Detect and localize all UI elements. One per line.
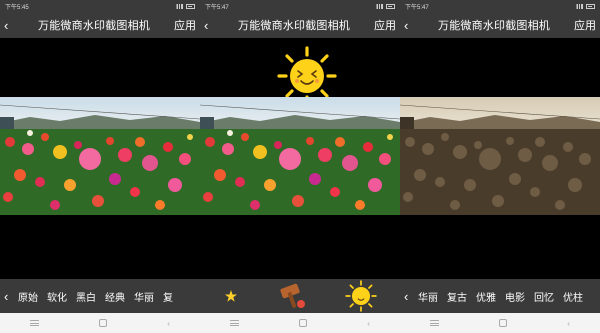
system-nav-bar: ‹: [200, 313, 400, 333]
filter-vintage[interactable]: 复古: [447, 289, 467, 304]
chevron-left-icon[interactable]: ‹: [404, 289, 418, 304]
home-icon[interactable]: [299, 319, 308, 327]
sun-sticker-icon[interactable]: [344, 279, 378, 313]
status-icons: [576, 3, 595, 9]
status-time: 下午5:47: [405, 4, 429, 11]
back-nav-icon[interactable]: ‹: [167, 319, 170, 328]
signal-icon: [176, 3, 183, 9]
filter-list: 原始 软化 黑白 经典 华丽 复: [18, 289, 173, 304]
system-nav-bar: ‹: [400, 313, 600, 333]
status-icons: [376, 3, 395, 9]
app-title: 万能微商水印截图相机: [438, 20, 550, 32]
filter-gorgeous[interactable]: 华丽: [134, 289, 154, 304]
filter-memory[interactable]: 回忆: [534, 289, 554, 304]
status-time: 下午5:45: [5, 4, 29, 11]
battery-icon: [186, 3, 195, 9]
apply-button[interactable]: 应用: [370, 17, 396, 33]
chevron-left-icon[interactable]: ‹: [4, 289, 18, 304]
app-bar: ‹ 万能微商水印截图相机 应用: [400, 12, 600, 38]
signal-icon: [376, 3, 383, 9]
filter-retro[interactable]: 复: [163, 289, 173, 304]
signal-icon: [576, 3, 583, 9]
app-bar: ‹ 万能微商水印截图相机 应用: [0, 12, 200, 38]
system-nav-bar: ‹: [0, 313, 200, 333]
status-time: 下午5:47: [205, 4, 229, 11]
app-title: 万能微商水印截图相机: [38, 20, 150, 32]
status-bar: 下午5:47: [200, 0, 400, 12]
photo-canvas[interactable]: [0, 97, 200, 215]
menu-icon[interactable]: [430, 320, 440, 326]
photo-canvas[interactable]: [200, 97, 400, 215]
filter-bw[interactable]: 黑白: [76, 289, 96, 304]
back-nav-icon[interactable]: ‹: [567, 319, 570, 328]
status-bar: 下午5:45: [0, 0, 200, 12]
menu-icon[interactable]: [30, 320, 40, 326]
battery-icon: [586, 3, 595, 9]
filter-film[interactable]: 电影: [505, 289, 525, 304]
filter-soften[interactable]: 软化: [47, 289, 67, 304]
back-icon[interactable]: ‹: [4, 19, 18, 32]
app-title: 万能微商水印截图相机: [238, 20, 350, 32]
filter-original[interactable]: 原始: [18, 289, 38, 304]
filter-list: 华丽 复古 优雅 电影 回忆 优柱: [418, 289, 583, 304]
apply-button[interactable]: 应用: [570, 17, 596, 33]
filter-toolbar: ‹ 华丽 复古 优雅 电影 回忆 优柱: [400, 279, 600, 313]
filter-more[interactable]: 优柱: [563, 289, 583, 304]
filter-elegant[interactable]: 优雅: [476, 289, 496, 304]
small-star-sticker-icon[interactable]: [222, 287, 240, 305]
app-bar: ‹ 万能微商水印截图相机 应用: [200, 12, 400, 38]
photo-canvas[interactable]: [400, 97, 600, 215]
back-nav-icon[interactable]: ‹: [367, 319, 370, 328]
back-icon[interactable]: ‹: [204, 19, 218, 32]
flower-photo-sepia: [400, 97, 600, 215]
home-icon[interactable]: [99, 319, 108, 327]
sticker-toolbar: [200, 279, 400, 313]
status-bar: 下午5:47: [400, 0, 600, 12]
back-icon[interactable]: ‹: [404, 19, 418, 32]
battery-icon: [386, 3, 395, 9]
apply-button[interactable]: 应用: [170, 17, 196, 33]
filter-toolbar: ‹ 原始 软化 黑白 经典 华丽 复: [0, 279, 200, 313]
filter-classic[interactable]: 经典: [105, 289, 125, 304]
screen-filters-original: 下午5:45 ‹ 万能微商水印截图相机 应用 ‹ 原始 软化 黑白 经典 华丽 …: [0, 0, 200, 333]
menu-icon[interactable]: [230, 320, 240, 326]
flower-photo: [200, 97, 400, 215]
home-icon[interactable]: [499, 319, 508, 327]
hammer-sticker-icon[interactable]: [275, 282, 309, 310]
flower-photo: [0, 97, 200, 215]
status-icons: [176, 3, 195, 9]
filter-gorgeous[interactable]: 华丽: [418, 289, 438, 304]
screen-stickers: 下午5:47 ‹ 万能微商水印截图相机 应用 ‹: [200, 0, 400, 333]
screen-filters-sepia: 下午5:47 ‹ 万能微商水印截图相机 应用 ‹ 华丽 复古 优雅 电影 回忆 …: [400, 0, 600, 333]
